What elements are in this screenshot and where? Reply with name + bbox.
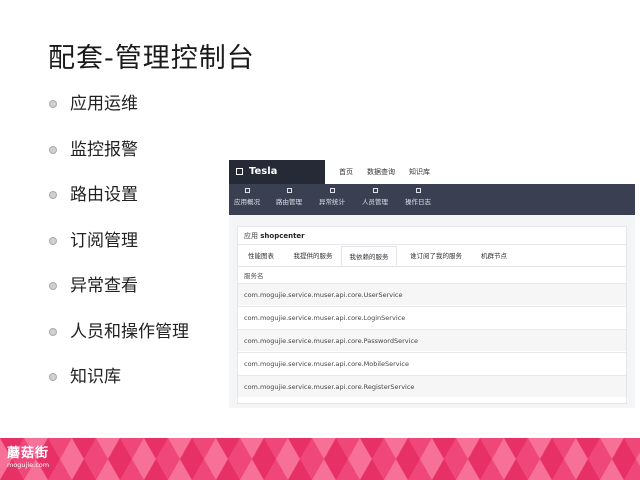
table-row[interactable]: com.mogujie.service.muser.api.core.Login… xyxy=(238,306,626,328)
tab-subscribers[interactable]: 谁订阅了我的服务 xyxy=(400,246,472,266)
sub-nav-app-overview[interactable]: 应用概况 xyxy=(232,188,262,206)
triangle-pattern xyxy=(0,438,640,480)
square-icon xyxy=(244,188,250,193)
square-icon xyxy=(329,188,335,193)
square-icon xyxy=(286,188,292,193)
bullet-dot-icon xyxy=(49,282,57,290)
footer-strip xyxy=(0,438,640,480)
bullet-list: 应用运维 监控报警 路由设置 订阅管理 异常查看 人员和操作管理 知识库 xyxy=(48,90,189,409)
bullet-dot-icon xyxy=(49,145,57,154)
table-row[interactable]: com.mogujie.service.muser.api.core.UserS… xyxy=(238,283,626,305)
bullet-item: 路由设置 xyxy=(48,181,189,227)
square-icon xyxy=(372,188,378,193)
tab-cluster-nodes[interactable]: 机群节点 xyxy=(474,246,514,266)
top-bar: Tesla 首页 数据查询 知识库 xyxy=(229,160,635,184)
app-name: shopcenter xyxy=(260,232,305,240)
square-icon xyxy=(415,188,421,193)
top-nav-home[interactable]: 首页 xyxy=(339,160,353,184)
bullet-dot-icon xyxy=(49,236,57,245)
table-row[interactable]: com.mogujie.service.muser.api.core.Mobil… xyxy=(238,352,626,374)
bullet-item: 监控报警 xyxy=(48,136,189,182)
bullet-item: 应用运维 xyxy=(48,90,189,136)
top-nav-knowledge[interactable]: 知识库 xyxy=(409,160,430,184)
tab-performance-charts[interactable]: 性能图表 xyxy=(238,246,284,266)
panel-header: 应用 shopcenter xyxy=(238,227,626,245)
column-header: 服务名 xyxy=(244,272,264,280)
bullet-item: 知识库 xyxy=(48,363,189,409)
bullet-item: 人员和操作管理 xyxy=(48,318,189,364)
sub-nav-route-management[interactable]: 路由管理 xyxy=(273,188,305,206)
bullet-item: 异常查看 xyxy=(48,272,189,318)
top-nav: 首页 数据查询 知识库 xyxy=(339,160,430,184)
service-panel: 应用 shopcenter 性能图表 我提供的服务 我依赖的服务 谁订阅了我的服… xyxy=(237,226,627,404)
bullet-dot-icon xyxy=(49,327,57,336)
bullet-dot-icon xyxy=(49,100,57,108)
mogujie-logo: 蘑菇街 mogujie.com xyxy=(7,446,50,470)
console-screenshot: Tesla 首页 数据查询 知识库 应用概况 路由管理 异常统计 人员管理 操作… xyxy=(229,160,635,408)
sub-nav-exception-stats[interactable]: 异常统计 xyxy=(316,188,348,206)
square-icon xyxy=(236,168,243,175)
slide-title: 配套-管理控制台 xyxy=(48,43,255,74)
table-row[interactable]: com.mogujie.service.muser.api.core.Regis… xyxy=(238,375,626,397)
tab-provided-services[interactable]: 我提供的服务 xyxy=(286,246,340,266)
sub-nav: 应用概况 路由管理 异常统计 人员管理 操作日志 xyxy=(229,184,635,215)
tab-dependent-services[interactable]: 我依赖的服务 xyxy=(341,246,397,266)
bullet-item: 订阅管理 xyxy=(48,227,189,273)
sub-nav-people-management[interactable]: 人员管理 xyxy=(359,188,391,206)
table-row[interactable]: com.mogujie.service.muser.api.core.Passw… xyxy=(238,329,626,351)
bullet-dot-icon xyxy=(49,373,57,381)
bullet-dot-icon xyxy=(49,191,57,199)
brand[interactable]: Tesla xyxy=(229,160,325,184)
top-nav-data-query[interactable]: 数据查询 xyxy=(367,160,395,184)
sub-nav-operation-log[interactable]: 操作日志 xyxy=(402,188,434,206)
tab-bar: 性能图表 我提供的服务 我依赖的服务 谁订阅了我的服务 机群节点 xyxy=(238,246,626,267)
